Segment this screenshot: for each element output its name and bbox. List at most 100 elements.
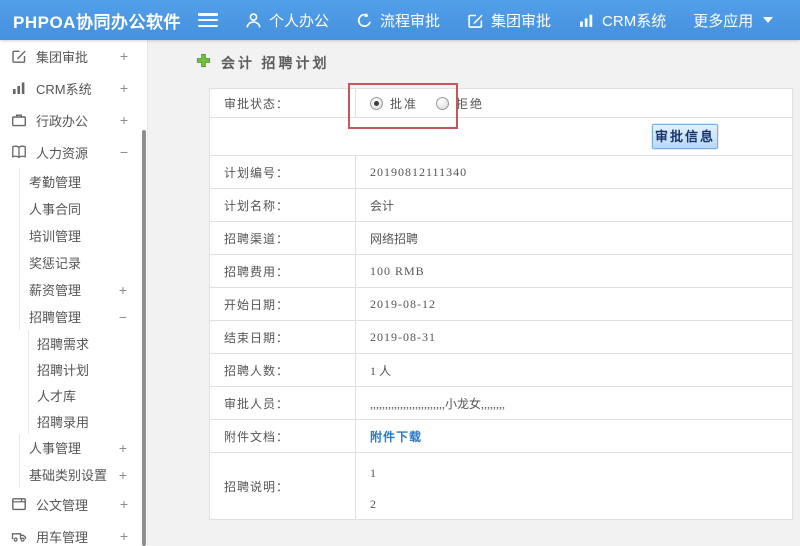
table-row: 招聘费用： 100 RMB: [209, 254, 793, 288]
table-row: 开始日期： 2019-08-12: [209, 287, 793, 321]
sidebar-item-talent-pool[interactable]: 人才库: [28, 382, 147, 408]
field-value: 批准 拒绝: [355, 88, 793, 118]
table-row: 计划名称： 会计: [209, 188, 793, 222]
table-row: 审批人员： ,,,,,,,,,,,,,,,,,,,,,,,,,小龙女,,,,,,…: [209, 386, 793, 420]
table-row: 结束日期： 2019-08-31: [209, 320, 793, 354]
sidebar-item-label: 招聘管理: [29, 310, 82, 325]
hamburger-menu-icon[interactable]: [198, 13, 218, 27]
sidebar-item-training[interactable]: 培训管理: [19, 222, 147, 249]
app-logo: PHPOA协同办公软件: [13, 12, 181, 32]
sidebar-item-documents[interactable]: 公文管理 +: [0, 488, 147, 520]
field-value: 2019-08-12: [355, 287, 793, 321]
sidebar-item-label: 薪资管理: [29, 283, 82, 298]
expand-plus-icon[interactable]: +: [120, 112, 147, 128]
sidebar-item-rewards[interactable]: 奖惩记录: [19, 249, 147, 276]
sidebar: 集团审批 + CRM系统 + 行政办公 + 人力资源 − 考勤管理 人事合同 培…: [0, 40, 148, 546]
nav-label: 集团审批: [491, 12, 552, 30]
sidebar-item-recruit-mgmt[interactable]: 招聘管理 −: [19, 303, 147, 330]
sidebar-item-label: 人才库: [37, 388, 77, 404]
field-label: 附件文档：: [209, 419, 356, 453]
table-row: 附件文档： 附件下载: [209, 419, 793, 453]
car-icon: [11, 528, 28, 544]
nav-process-approval[interactable]: 流程审批: [356, 10, 440, 31]
top-header: PHPOA协同办公软件 个人办公 流程审批 集团审批 CRM系统 更多应用: [0, 0, 800, 40]
sidebar-item-attendance[interactable]: 考勤管理: [19, 168, 147, 195]
table-row: 招聘人数： 1 人: [209, 353, 793, 387]
sidebar-item-vehicle[interactable]: 用车管理 +: [0, 520, 147, 546]
field-label: 审批人员：: [209, 386, 356, 420]
field-value: 100 RMB: [355, 254, 793, 288]
table-row: 计划编号： 20190812111340: [209, 155, 793, 189]
sidebar-item-hr-contract[interactable]: 人事合同: [19, 195, 147, 222]
main-content: 会计 招聘计划 审批状态： 批准 拒绝 审批信息 计划编号： 201908121…: [148, 40, 800, 546]
field-value: 1 人: [355, 353, 793, 387]
nav-crm-system[interactable]: CRM系统: [578, 10, 666, 31]
sidebar-item-label: 用车管理: [36, 529, 89, 545]
table-row: 招聘渠道： 网络招聘: [209, 221, 793, 255]
sidebar-item-label: 人事管理: [29, 441, 82, 456]
field-label: 结束日期：: [209, 320, 356, 354]
edit-square-icon: [467, 12, 484, 29]
sidebar-item-label: CRM系统: [36, 81, 92, 97]
sidebar-item-label: 人力资源: [36, 145, 89, 161]
recruit-plan-detail-table: 审批状态： 批准 拒绝 审批信息 计划编号： 20190812111340 计划…: [209, 88, 793, 520]
sidebar-scrollbar[interactable]: [142, 130, 146, 546]
sidebar-item-hr[interactable]: 人力资源 −: [0, 136, 147, 168]
field-label: 招聘费用：: [209, 254, 356, 288]
bar-chart-icon: [11, 80, 28, 96]
field-label: 开始日期：: [209, 287, 356, 321]
field-value: 会计: [355, 188, 793, 222]
sidebar-item-label: 公文管理: [36, 497, 89, 513]
sidebar-item-label: 人事合同: [29, 202, 82, 217]
nav-more-apps[interactable]: 更多应用: [693, 10, 774, 31]
sidebar-item-personnel[interactable]: 人事管理 +: [19, 434, 147, 461]
table-row: 招聘说明： 1 2: [209, 452, 793, 520]
sidebar-item-label: 培训管理: [29, 229, 82, 244]
radio-approve[interactable]: [370, 96, 383, 110]
sidebar-item-label: 招聘录用: [37, 414, 90, 430]
radio-reject[interactable]: [436, 96, 450, 110]
field-value: 附件下载: [355, 419, 793, 453]
sidebar-item-recruit-hire[interactable]: 招聘录用: [28, 408, 147, 434]
nav-personal-office[interactable]: 个人办公: [245, 10, 329, 31]
approval-radio-group: 批准 拒绝: [370, 95, 778, 112]
field-value: 网络招聘: [355, 221, 793, 255]
user-icon: [245, 12, 262, 29]
bar-chart-icon: [578, 12, 595, 29]
sidebar-item-recruit-plan[interactable]: 招聘计划: [28, 356, 147, 382]
expand-plus-icon[interactable]: +: [120, 48, 147, 64]
sidebar-item-label: 考勤管理: [29, 175, 82, 190]
sidebar-item-recruit-need[interactable]: 招聘需求: [28, 330, 147, 356]
radio-reject-label: 拒绝: [456, 96, 485, 111]
sidebar-item-base-category[interactable]: 基础类别设置 +: [19, 461, 147, 488]
field-label: 招聘渠道：: [209, 221, 356, 255]
field-label: 招聘说明：: [209, 452, 356, 520]
add-icon[interactable]: [196, 53, 211, 73]
field-value: 1 2: [355, 452, 793, 520]
sidebar-item-label: 招聘计划: [37, 362, 90, 378]
table-row: 审批信息: [209, 117, 793, 156]
radio-approve-label: 批准: [390, 96, 419, 111]
nav-group-approval[interactable]: 集团审批: [467, 10, 551, 31]
process-icon: [356, 12, 373, 29]
document-icon: [11, 496, 28, 512]
attachment-download-link[interactable]: 附件下载: [370, 430, 422, 444]
approval-info-button[interactable]: 审批信息: [652, 124, 718, 149]
description-line-2: 2: [370, 497, 376, 511]
sidebar-item-admin-office[interactable]: 行政办公 +: [0, 104, 147, 136]
sidebar-item-crm[interactable]: CRM系统 +: [0, 72, 147, 104]
caret-down-icon: [763, 17, 774, 23]
button-cell: 审批信息: [209, 117, 793, 156]
sidebar-item-group-approval[interactable]: 集团审批 +: [0, 40, 147, 72]
book-icon: [11, 144, 28, 160]
sidebar-item-salary[interactable]: 薪资管理 +: [19, 276, 147, 303]
field-label: 审批状态：: [209, 88, 356, 118]
field-value: ,,,,,,,,,,,,,,,,,,,,,,,,,小龙女,,,,,,,,: [355, 386, 793, 420]
field-value: 20190812111340: [355, 155, 793, 189]
nav-label: CRM系统: [602, 12, 667, 30]
breadcrumb: 会计 招聘计划: [196, 53, 330, 73]
field-label: 招聘人数：: [209, 353, 356, 387]
sidebar-item-label: 基础类别设置: [29, 468, 108, 483]
briefcase-icon: [11, 112, 28, 128]
expand-plus-icon[interactable]: +: [120, 80, 147, 96]
